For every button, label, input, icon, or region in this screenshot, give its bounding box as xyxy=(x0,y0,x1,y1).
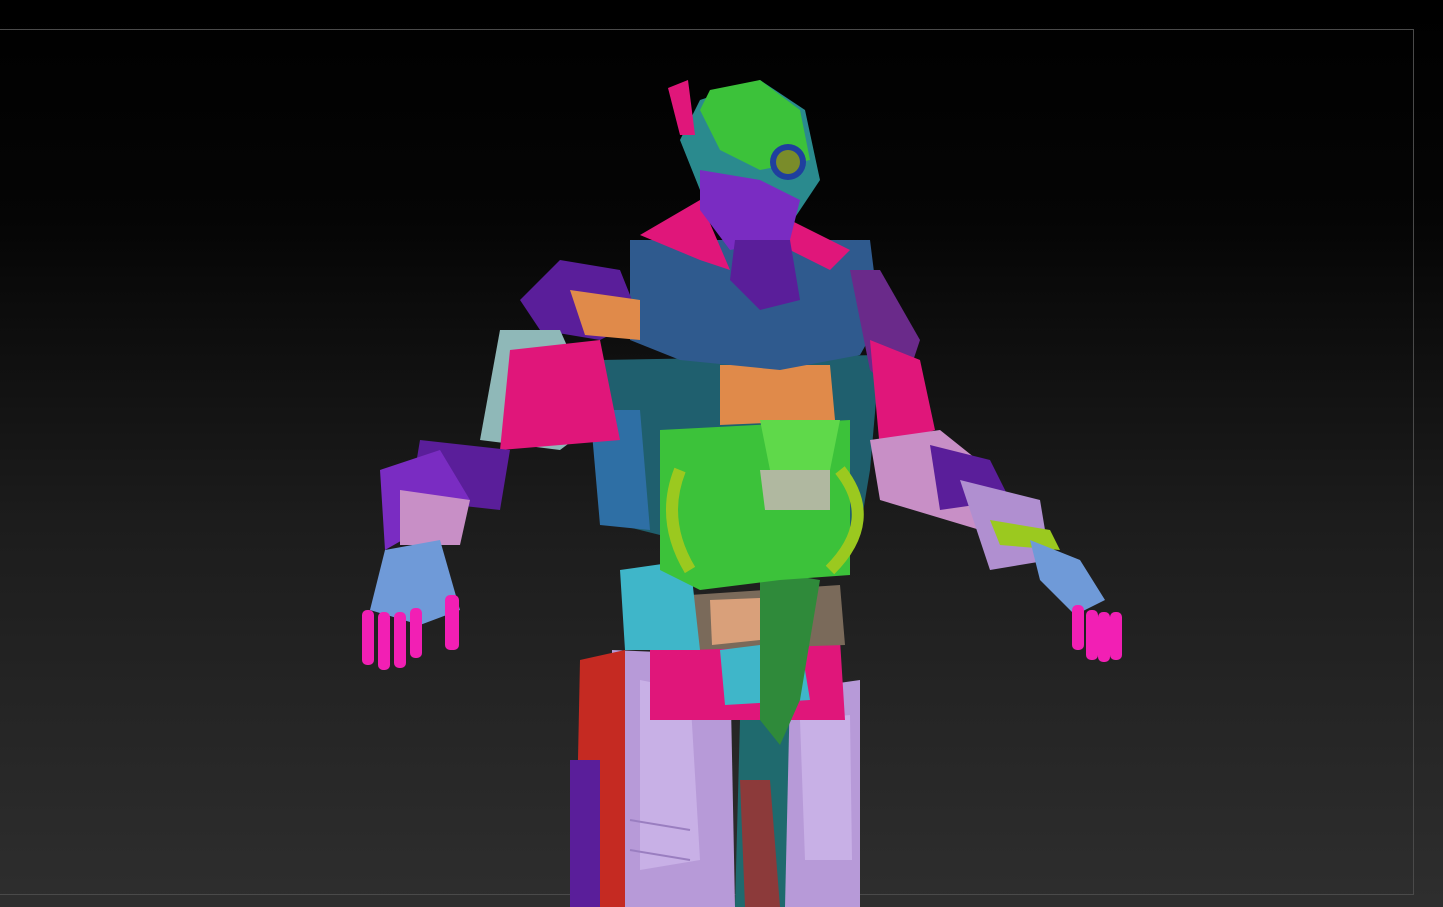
right-arm xyxy=(850,270,1122,662)
3d-viewport[interactable] xyxy=(0,0,1443,907)
character-model[interactable] xyxy=(0,0,1443,907)
torso xyxy=(590,355,880,590)
right-hand xyxy=(1072,605,1122,662)
belt xyxy=(620,560,845,745)
